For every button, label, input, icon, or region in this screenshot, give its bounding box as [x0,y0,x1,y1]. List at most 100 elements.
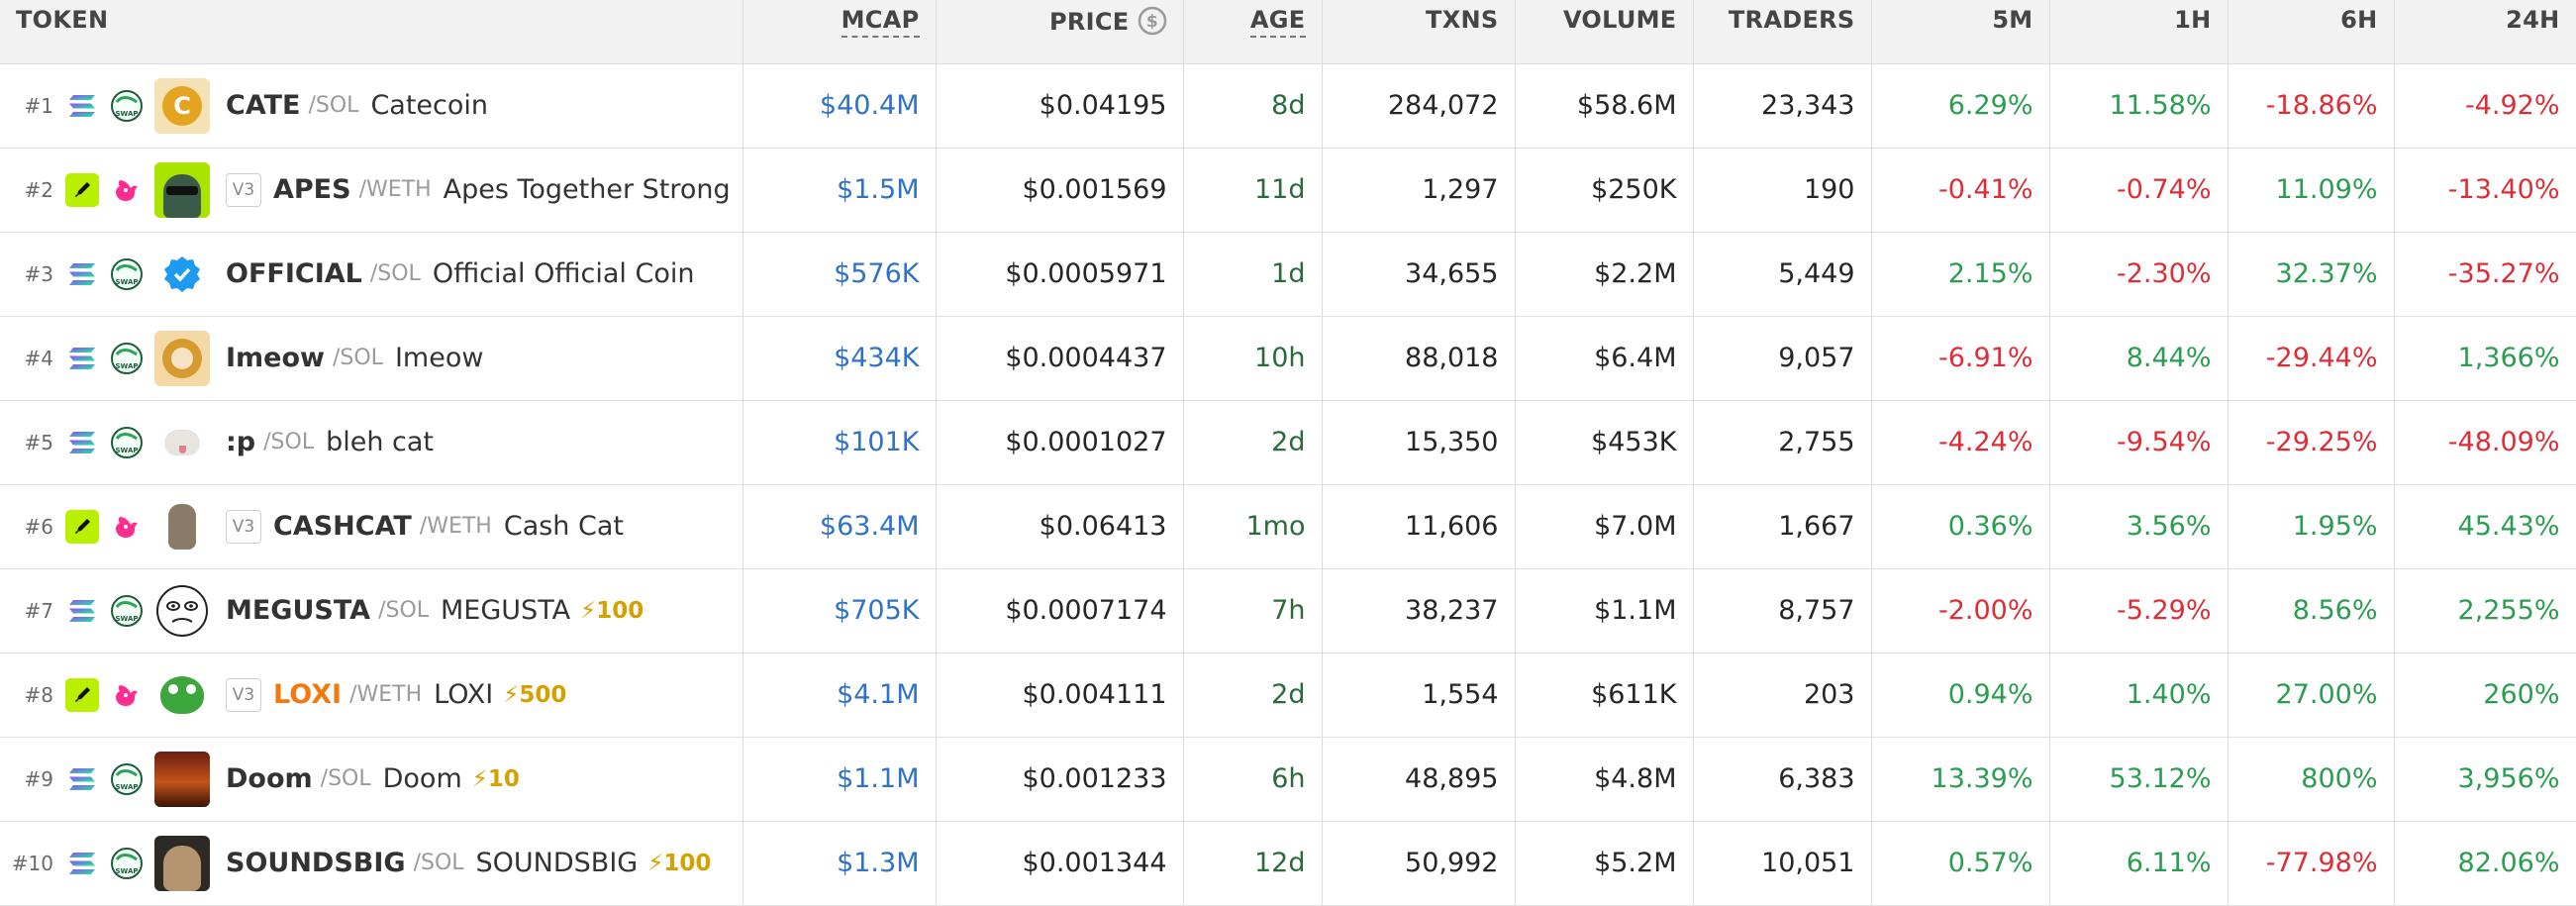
header-price[interactable]: PRICE $ [936,0,1184,64]
quote-pair: /SOL [378,598,430,623]
token-cell[interactable]: #1 SWAP C CATE/SOL Catecoin [0,63,743,149]
traders-cell: 9,057 [1693,316,1872,401]
token-cell[interactable]: #7 SWAP MEGUSTA/SOL MEGUSTA ⚡100 [0,568,743,654]
mcap-cell: $1.1M [743,737,937,822]
table-row[interactable]: #6 V3 CASHCAT/WETH Cash Cat $63.4M $0.06413 1m… [0,484,2576,569]
change-5m-cell: 2.15% [1871,232,2050,317]
age-cell: 1d [1183,232,1323,317]
boost-badge: ⚡10 [471,765,520,792]
table-row[interactable]: #2 V3 APES/WETH Apes Together Strong $1.5M $0… [0,148,2576,233]
table-row[interactable]: #10 SWAP SOUNDSBIG/SOL SOUNDSBIG ⚡100 $1.3M $0… [0,821,2576,906]
token-name: bleh cat [326,427,435,457]
table-row[interactable]: #4 SWAP Imeow/SOL Imeow $434K $0.0004437 10h 88… [0,316,2576,401]
header-traders[interactable]: TRADERS [1693,0,1872,64]
swap-icon: SWAP [109,425,145,460]
volume-cell: $250K [1515,148,1694,233]
mcap-cell: $101K [743,400,937,485]
table-row[interactable]: #1 SWAP C CATE/SOL Catecoin $40.4M $0.04195 8d 2… [0,63,2576,149]
solana-icon [65,342,99,375]
table-row[interactable]: #3 SWAP OFFICIAL/SOL Official Official Coin… [0,232,2576,317]
rank-number: #5 [24,430,53,454]
change-5m-cell: -6.91% [1871,316,2050,401]
header-1h[interactable]: 1H [2049,0,2229,64]
traders-cell: 5,449 [1693,232,1872,317]
quote-pair: /WETH [419,514,492,539]
header-age[interactable]: AGE [1183,0,1323,64]
rank-number: #10 [11,851,53,875]
txns-cell: 1,297 [1322,148,1516,233]
apes-logo [154,161,210,218]
change-1h-cell: 11.58% [2049,63,2229,149]
header-24h[interactable]: 24H [2394,0,2576,64]
age-cell: 2d [1183,400,1323,485]
token-cell[interactable]: #3 SWAP OFFICIAL/SOL Official Official Coin [0,232,743,317]
v3-badge: V3 [226,509,261,544]
token-cell[interactable]: #10 SWAP SOUNDSBIG/SOL SOUNDSBIG ⚡100 [0,821,743,906]
header-token[interactable]: TOKEN [0,0,743,64]
mcap-cell: $4.1M [743,653,937,738]
token-cell[interactable]: #6 V3 CASHCAT/WETH Cash Cat [0,484,743,569]
change-24h-cell: 1,366% [2394,316,2576,401]
age-cell: 12d [1183,821,1323,906]
token-symbol: Imeow [226,343,325,373]
header-6h[interactable]: 6H [2228,0,2395,64]
change-5m-cell: -2.00% [1871,568,2050,654]
boost-badge: ⚡100 [580,597,644,624]
change-5m-cell: 0.36% [1871,484,2050,569]
traders-cell: 203 [1693,653,1872,738]
traders-cell: 6,383 [1693,737,1872,822]
swap-icon: SWAP [109,593,145,629]
price-cell: $0.001344 [936,821,1184,906]
v3-badge: V3 [226,677,261,712]
volume-cell: $7.0M [1515,484,1694,569]
header-mcap[interactable]: MCAP [743,0,937,64]
token-symbol: Doom [226,763,313,794]
swap-icon: SWAP [109,761,145,797]
solana-icon [65,762,99,796]
table-row[interactable]: #5 SWAP:p/SOL bleh cat $101K $0.0001027 2d 15,… [0,400,2576,485]
volume-cell: $611K [1515,653,1694,738]
imeow-logo [154,330,210,386]
swap-icon: SWAP [109,341,145,376]
header-txns[interactable]: TXNS [1322,0,1516,64]
table-row[interactable]: #7 SWAP MEGUSTA/SOL MEGUSTA ⚡100 $705K $0.0007… [0,568,2576,654]
price-cell: $0.04195 [936,63,1184,149]
currency-toggle-icon[interactable]: $ [1138,6,1167,36]
rank-number: #6 [24,514,53,539]
ethereum-icon [65,509,99,544]
change-1h-cell: 3.56% [2049,484,2229,569]
header-volume[interactable]: VOLUME [1515,0,1694,64]
traders-cell: 2,755 [1693,400,1872,485]
price-cell: $0.0005971 [936,232,1184,317]
token-cell[interactable]: #4 SWAP Imeow/SOL Imeow [0,316,743,401]
mcap-cell: $705K [743,568,937,654]
token-name: MEGUSTA [441,595,571,626]
token-cell[interactable]: #2 V3 APES/WETH Apes Together Strong [0,148,743,233]
change-24h-cell: -35.27% [2394,232,2576,317]
table-row[interactable]: #9 SWAP Doom/SOL Doom ⚡10 $1.1M $0.001233 6h 48,… [0,737,2576,822]
table-header-row: TOKEN MCAP PRICE $ AGE TXNS VOLUME TRADER… [0,0,2576,64]
svg-text:$: $ [1145,12,1157,32]
change-1h-cell: 6.11% [2049,821,2229,906]
loxi-logo [154,666,210,723]
header-5m[interactable]: 5M [1871,0,2050,64]
rank-number: #7 [24,598,53,623]
svg-text:SWAP: SWAP [116,615,139,623]
traders-cell: 190 [1693,148,1872,233]
price-cell: $0.001569 [936,148,1184,233]
change-1h-cell: 8.44% [2049,316,2229,401]
change-24h-cell: 260% [2394,653,2576,738]
uniswap-icon [109,172,145,208]
traders-cell: 1,667 [1693,484,1872,569]
token-symbol: OFFICIAL [226,258,362,289]
token-cell[interactable]: #8 V3 LOXI/WETH LOXI ⚡500 [0,653,743,738]
change-24h-cell: -13.40% [2394,148,2576,233]
mcap-cell: $40.4M [743,63,937,149]
catecoin-logo: C [154,77,210,134]
traders-cell: 8,757 [1693,568,1872,654]
token-cell[interactable]: #9 SWAP Doom/SOL Doom ⚡10 [0,737,743,822]
traders-cell: 10,051 [1693,821,1872,906]
token-cell[interactable]: #5 SWAP:p/SOL bleh cat [0,400,743,485]
table-row[interactable]: #8 V3 LOXI/WETH LOXI ⚡500 $4.1M $0.004111 2d 1,5… [0,653,2576,738]
token-symbol: LOXI [273,679,343,710]
